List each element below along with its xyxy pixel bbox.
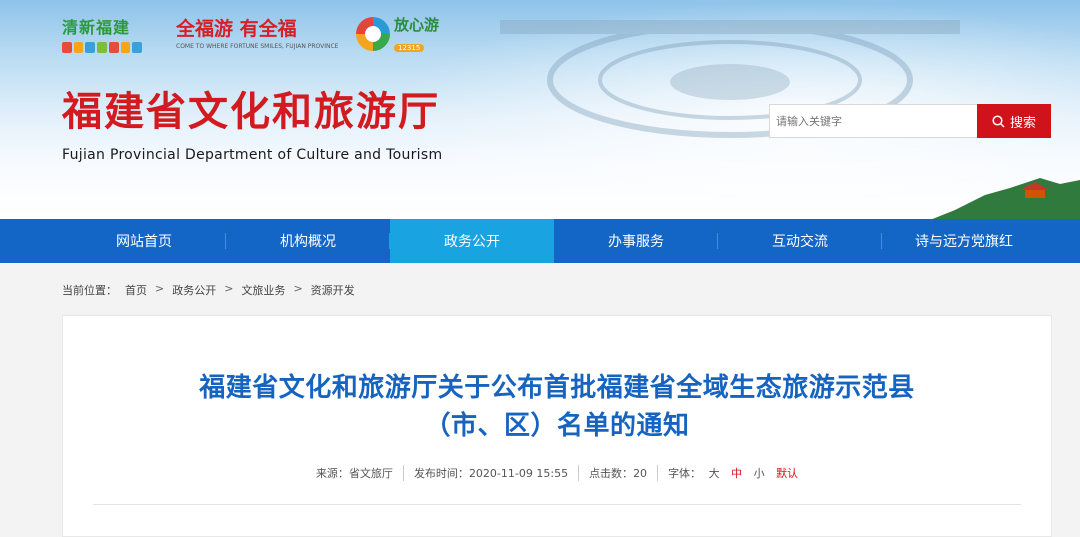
article-time-value: 2020-11-09 15:55	[468, 467, 569, 480]
logo-fangxinyou[interactable]: 放心游 12315	[356, 14, 439, 54]
article-time-label: 发布时间：	[413, 467, 469, 480]
breadcrumb-prefix: 当前位置：	[62, 284, 117, 297]
search-button-label: 搜索	[1009, 115, 1036, 131]
main-nav: 网站首页 机构概况 政务公开 办事服务 互动交流 诗与远方党旗红	[0, 219, 1080, 263]
article-clicks-label: 点击数：	[589, 467, 634, 480]
search-icon	[992, 114, 1005, 128]
logo-quanfuyou[interactable]: 全福游 有全福 COME TO WHERE FORTUNE SMILES, FU…	[176, 14, 339, 50]
logo-group: 清新福建 全福游 有全福 COME TO WHERE FORTUNE SMILE…	[62, 14, 439, 62]
nav-item-home[interactable]: 网站首页	[62, 219, 226, 263]
logo-qingxin-fujian-text: 清新福建	[62, 18, 131, 37]
breadcrumb-separator: >	[224, 282, 234, 295]
logo-fangxinyou-badge: 12315	[394, 44, 425, 52]
breadcrumb-link-resource-development[interactable]: 资源开发	[311, 282, 355, 298]
article-divider	[93, 504, 1021, 505]
nav-item-label: 机构概况	[280, 234, 336, 250]
article-source-value: 省文旅厅	[348, 467, 393, 480]
site-title: 福建省文化和旅游厅	[62, 89, 440, 135]
logo-quanfuyou-text: 全福游 有全福	[176, 18, 297, 40]
logo-qingxin-fujian[interactable]: 清新福建	[62, 14, 143, 53]
article-source-label: 来源：	[315, 467, 349, 480]
font-size-medium-button[interactable]: 中	[731, 467, 742, 480]
font-size-default-button[interactable]: 默认	[776, 467, 798, 480]
nav-item-label: 互动交流	[772, 234, 828, 250]
breadcrumb-link-government-affairs[interactable]: 政务公开	[172, 282, 216, 298]
site-subtitle: Fujian Provincial Department of Culture …	[62, 147, 443, 163]
logo-qingxin-fujian-badges	[62, 42, 143, 53]
search-bar: 搜索	[769, 104, 1051, 138]
font-size-controls: 字体： 大 中 小 默认	[658, 465, 808, 481]
logo-quanfuyou-tagline: COME TO WHERE FORTUNE SMILES, FUJIAN PRO…	[176, 43, 339, 50]
fangxinyou-emblem-icon	[356, 17, 390, 51]
article-source: 来源：省文旅厅	[306, 465, 404, 481]
font-size-label: 字体：	[668, 467, 702, 480]
nav-item-label: 网站首页	[116, 234, 172, 250]
breadcrumb-link-home[interactable]: 首页	[125, 282, 147, 298]
nav-item-label: 诗与远方党旗红	[915, 234, 1013, 250]
breadcrumb-link-culture-tourism[interactable]: 文旅业务	[241, 282, 285, 298]
article-click-count: 点击数：20	[579, 465, 659, 481]
article-meta: 来源：省文旅厅 发布时间：2020-11-09 15:55 点击数：20 字体：…	[63, 465, 1051, 481]
search-input[interactable]	[769, 104, 977, 138]
article-publish-time: 发布时间：2020-11-09 15:55	[404, 465, 580, 481]
nav-item-label: 办事服务	[608, 234, 664, 250]
article-title-line2: （市、区）名单的通知	[424, 411, 690, 441]
nav-item-government-affairs[interactable]: 政务公开	[390, 219, 554, 263]
article-title: 福建省文化和旅游厅关于公布首批福建省全域生态旅游示范县 （市、区）名单的通知	[63, 369, 1051, 445]
search-button[interactable]: 搜索	[977, 104, 1051, 138]
breadcrumb-separator: >	[293, 282, 303, 295]
article-clicks-value: 20	[633, 467, 648, 480]
breadcrumb-separator: >	[155, 282, 165, 295]
font-size-large-button[interactable]: 大	[709, 467, 720, 480]
nav-item-interaction[interactable]: 互动交流	[718, 219, 882, 263]
nav-item-party[interactable]: 诗与远方党旗红	[882, 219, 1046, 263]
article-title-line1: 福建省文化和旅游厅关于公布首批福建省全域生态旅游示范县	[199, 373, 915, 403]
breadcrumb: 当前位置： 首页 > 政务公开 > 文旅业务 > 资源开发	[62, 282, 355, 298]
font-size-small-button[interactable]: 小	[754, 467, 765, 480]
nav-item-services[interactable]: 办事服务	[554, 219, 718, 263]
nav-item-organization[interactable]: 机构概况	[226, 219, 390, 263]
nav-left-spacer	[0, 219, 62, 263]
site-header: 清新福建 全福游 有全福 COME TO WHERE FORTUNE SMILE…	[0, 0, 1080, 219]
pavilion-hill-image	[932, 178, 1080, 219]
nav-item-label: 政务公开	[444, 234, 500, 250]
article-card: 福建省文化和旅游厅关于公布首批福建省全域生态旅游示范县 （市、区）名单的通知 来…	[62, 315, 1052, 537]
logo-fangxinyou-text: 放心游	[394, 16, 440, 34]
